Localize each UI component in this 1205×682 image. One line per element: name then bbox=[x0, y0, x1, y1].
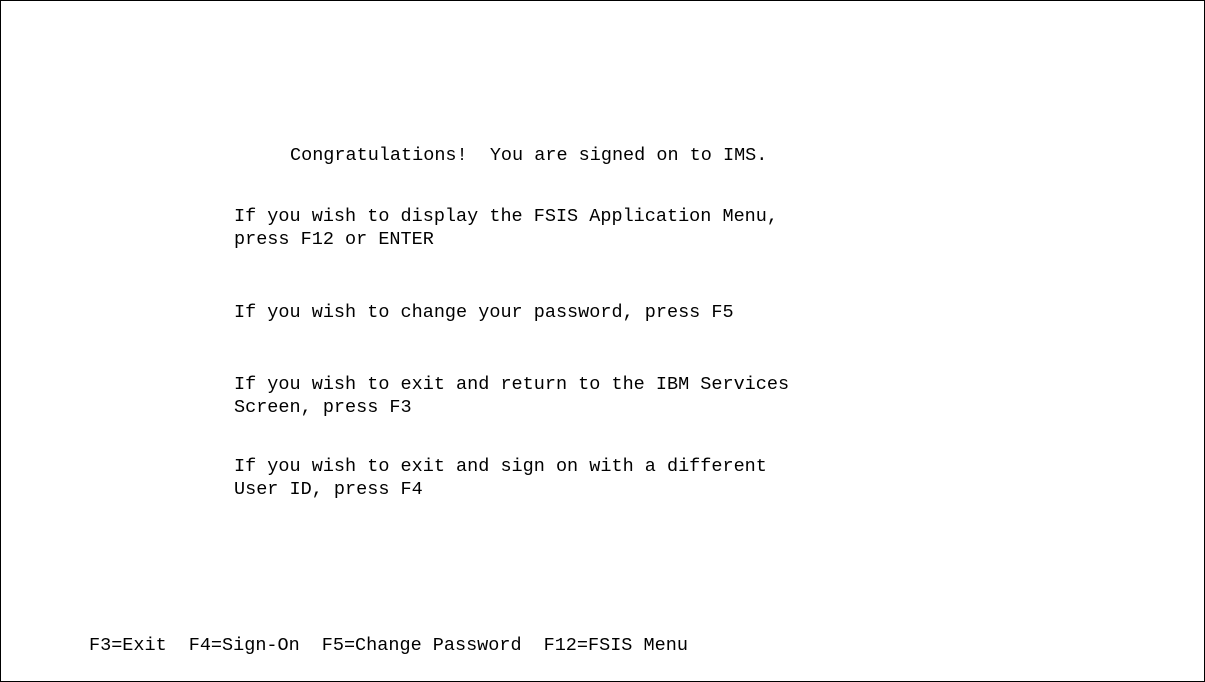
f4-signon-key[interactable]: F4=Sign-On bbox=[189, 635, 300, 656]
f5-change-password-key[interactable]: F5=Change Password bbox=[322, 635, 522, 656]
instruction-menu-line2: press F12 or ENTER bbox=[234, 229, 434, 250]
instruction-signon-line1: If you wish to exit and sign on with a d… bbox=[234, 456, 767, 477]
instruction-exit-line1: If you wish to exit and return to the IB… bbox=[234, 374, 790, 395]
instruction-menu-line1: If you wish to display the FSIS Applicat… bbox=[234, 206, 778, 227]
signon-title: Congratulations! You are signed on to IM… bbox=[290, 145, 768, 166]
instruction-password: If you wish to change your password, pre… bbox=[234, 302, 734, 323]
instruction-signon-line2: User ID, press F4 bbox=[234, 479, 423, 500]
function-key-bar: F3=Exit F4=Sign-On F5=Change Password F12=F… bbox=[89, 635, 688, 657]
instruction-exit-line2: Screen, press F3 bbox=[234, 397, 412, 418]
terminal-screen: Congratulations! You are signed on to IM… bbox=[0, 0, 1205, 682]
f12-fsis-menu-key[interactable]: F12=FSIS Menu bbox=[544, 635, 688, 656]
f3-exit-key[interactable]: F3=Exit bbox=[89, 635, 167, 656]
